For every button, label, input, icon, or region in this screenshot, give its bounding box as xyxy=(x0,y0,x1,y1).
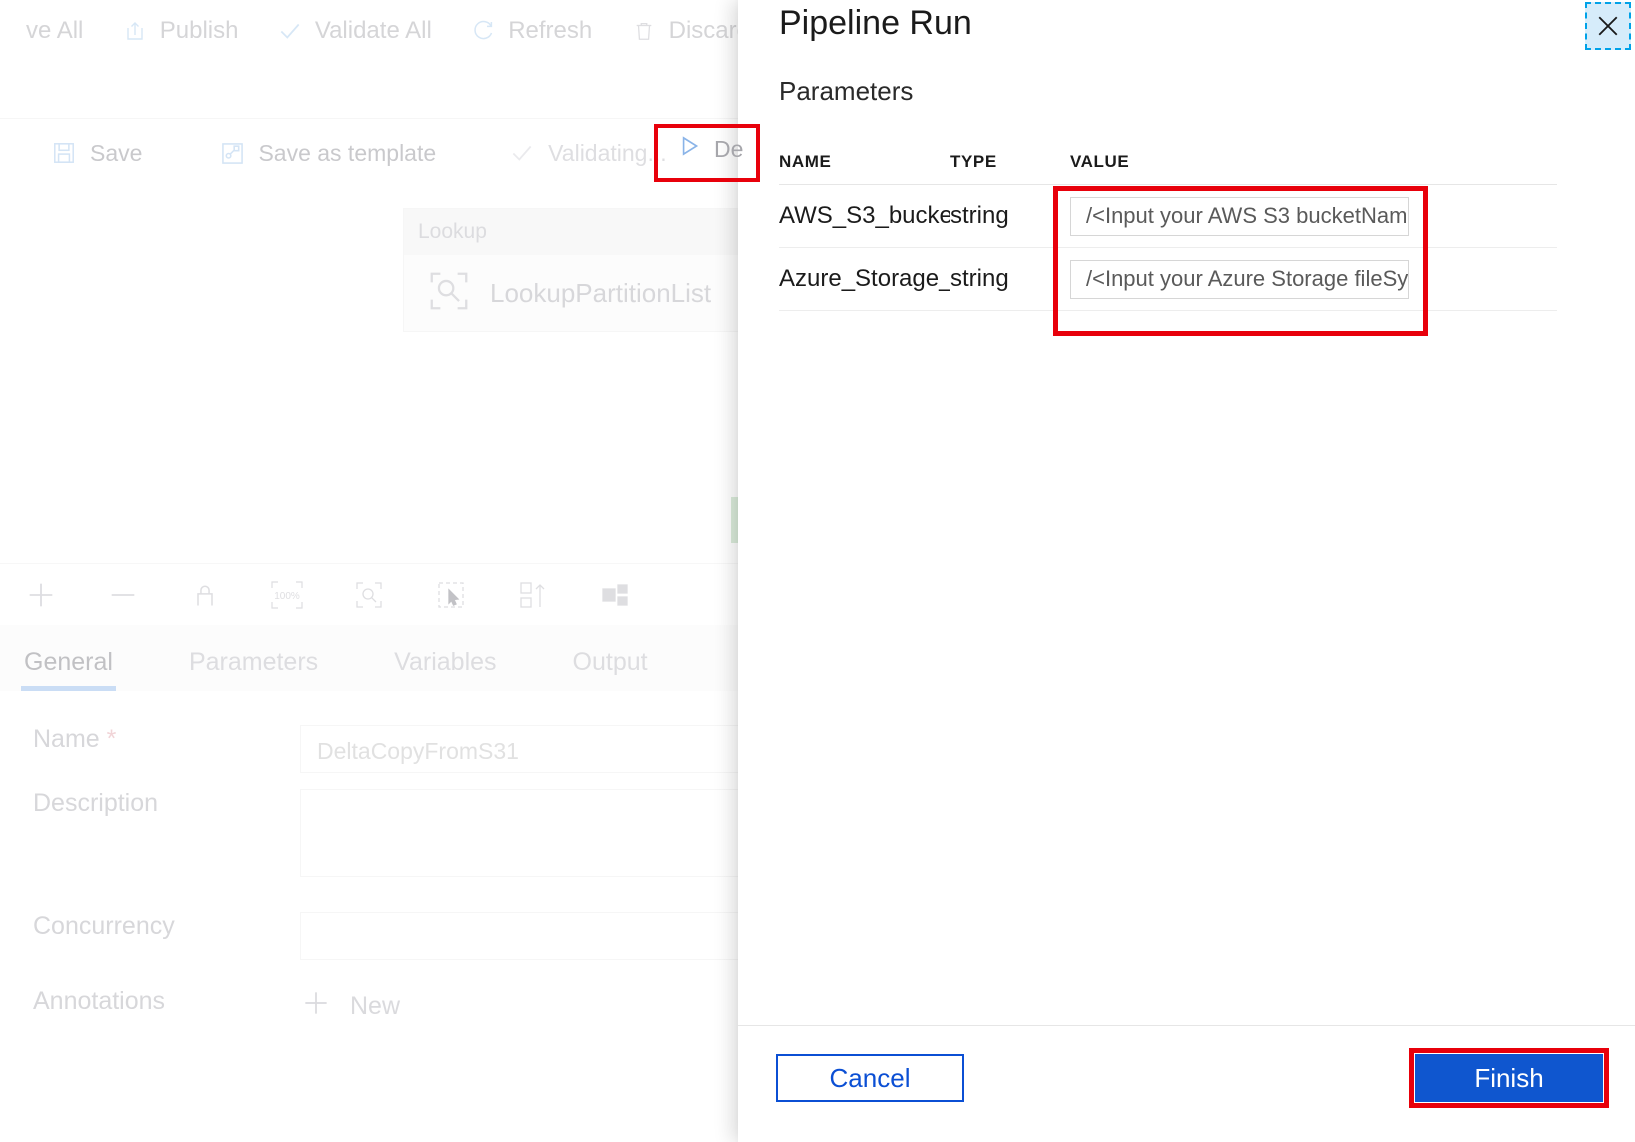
auto-layout-icon[interactable] xyxy=(574,564,656,626)
zoom-out-icon[interactable] xyxy=(82,564,164,626)
cancel-label: Cancel xyxy=(829,1062,911,1093)
tab-parameters[interactable]: Parameters xyxy=(189,648,318,691)
canvas-toolbar: 100% xyxy=(0,563,760,626)
lookup-magnifier-icon xyxy=(426,268,472,319)
param-value-input-aws-s3-bucketname[interactable]: /<Input your AWS S3 bucketNam xyxy=(1070,196,1409,236)
description-label: Description xyxy=(33,789,159,817)
save-button[interactable]: Save xyxy=(50,139,142,167)
publish-button[interactable]: Publish xyxy=(112,17,249,45)
validating-status: Validating... xyxy=(508,139,667,167)
param-type: string xyxy=(950,265,1009,292)
play-triangle-icon xyxy=(676,133,702,165)
parameters-section-title: Parameters xyxy=(779,76,914,106)
parameters-table: NAME TYPE VALUE AWS_S3_bucketN string /<… xyxy=(779,140,1557,311)
checkmark-icon xyxy=(508,139,536,167)
activity-node-lookup[interactable]: Lookup LookupPartitionList xyxy=(403,208,743,332)
description-row: Description xyxy=(0,789,760,877)
param-name: Azure_Storage_fi xyxy=(779,265,950,292)
name-input-value: DeltaCopyFromS31 xyxy=(317,738,519,764)
finish-label: Finish xyxy=(1474,1062,1544,1093)
finish-button[interactable]: Finish xyxy=(1415,1054,1603,1102)
validate-all-button[interactable]: Validate All xyxy=(267,17,442,45)
name-input[interactable]: DeltaCopyFromS31 xyxy=(300,725,760,773)
name-label-text: Name xyxy=(33,725,100,753)
template-share-icon xyxy=(218,139,246,167)
cancel-button[interactable]: Cancel xyxy=(776,1054,964,1102)
auto-align-icon[interactable] xyxy=(492,564,574,626)
tab-variables-label: Variables xyxy=(394,648,497,676)
param-name: AWS_S3_bucketN xyxy=(779,202,950,229)
param-value-cell: /<Input your AWS S3 bucketNam xyxy=(1070,196,1557,236)
data-factory-workspace: ve All Publish Validate All Refresh Disc… xyxy=(0,0,760,1142)
tab-variables[interactable]: Variables xyxy=(394,648,496,691)
annotations-row: Annotations New xyxy=(0,987,400,1026)
zoom-to-fit-icon[interactable] xyxy=(328,564,410,626)
save-as-template-label: Save as template xyxy=(258,139,437,166)
zoom-100-percent-icon[interactable]: 100% xyxy=(246,564,328,626)
name-label: Name * xyxy=(0,725,300,754)
param-value-text: /<Input your Azure Storage fileSy xyxy=(1086,266,1409,291)
save-all-button[interactable]: ve All xyxy=(0,17,93,45)
activity-node-category: Lookup xyxy=(404,209,742,255)
save-all-icon xyxy=(0,18,14,44)
save-all-label: ve All xyxy=(26,17,84,44)
add-annotation-label: New xyxy=(350,992,401,1020)
pipeline-run-blade: Pipeline Run Parameters NAME TYPE VALUE … xyxy=(738,0,1635,1142)
column-header-name: NAME xyxy=(779,152,832,171)
refresh-icon xyxy=(470,18,496,44)
selection-pointer-icon[interactable] xyxy=(410,564,492,626)
app-root: ve All Publish Validate All Refresh Disc… xyxy=(0,0,1635,1142)
debug-label-text: De xyxy=(714,135,744,162)
name-row: Name * DeltaCopyFromS31 xyxy=(0,725,760,773)
properties-tabs: General Parameters Variables Output xyxy=(0,625,760,692)
table-row: AWS_S3_bucketN string /<Input your AWS S… xyxy=(779,185,1557,248)
activity-node-body: LookupPartitionList xyxy=(404,255,742,331)
blade-footer: Cancel Finish xyxy=(738,1025,1635,1142)
table-row: Azure_Storage_fi string /<Input your Azu… xyxy=(779,248,1557,311)
param-value-cell: /<Input your Azure Storage fileSy xyxy=(1070,259,1557,299)
description-input[interactable] xyxy=(300,789,760,877)
checkmark-icon xyxy=(277,18,303,44)
pipeline-command-bar: Save Save as template Validating... xyxy=(0,118,760,188)
activity-node-name: LookupPartitionList xyxy=(490,277,712,308)
param-value-text: /<Input your AWS S3 bucketNam xyxy=(1086,203,1408,228)
zoom-in-icon[interactable] xyxy=(0,564,82,626)
param-type: string xyxy=(950,202,1009,229)
refresh-label: Refresh xyxy=(508,17,593,44)
tab-parameters-label: Parameters xyxy=(188,648,319,676)
blade-title: Pipeline Run xyxy=(779,4,972,42)
concurrency-row: Concurrency xyxy=(0,912,760,960)
tab-output-label: Output xyxy=(572,648,648,676)
concurrency-label: Concurrency xyxy=(33,912,175,940)
validate-all-label: Validate All xyxy=(314,17,432,44)
save-label: Save xyxy=(90,139,143,166)
tab-general-label: General xyxy=(24,648,113,676)
required-asterisk: * xyxy=(106,725,117,753)
pipeline-canvas[interactable]: Lookup LookupPartitionList xyxy=(0,187,760,562)
tab-general[interactable]: General xyxy=(21,648,116,691)
table-header-row: NAME TYPE VALUE xyxy=(779,140,1557,185)
lock-icon[interactable] xyxy=(164,564,246,626)
add-annotation-button[interactable]: New xyxy=(300,987,400,1026)
save-as-template-button[interactable]: Save as template xyxy=(218,139,436,167)
refresh-button[interactable]: Refresh xyxy=(460,17,602,45)
global-command-bar: ve All Publish Validate All Refresh Disc… xyxy=(0,0,760,62)
column-header-value: VALUE xyxy=(1070,152,1130,171)
trash-icon xyxy=(631,18,657,44)
general-properties-form: Name * DeltaCopyFromS31 Description Conc… xyxy=(0,691,760,1142)
svg-text:100%: 100% xyxy=(274,591,300,602)
concurrency-input[interactable] xyxy=(300,912,760,960)
debug-button[interactable]: De xyxy=(676,133,743,165)
floppy-save-icon xyxy=(50,139,78,167)
publish-label: Publish xyxy=(159,17,239,44)
validating-label: Validating... xyxy=(548,139,667,166)
publish-upload-icon xyxy=(122,18,148,44)
param-value-input-azure-storage-filesystem[interactable]: /<Input your Azure Storage fileSy xyxy=(1070,259,1409,299)
plus-icon xyxy=(300,987,332,1026)
close-x-icon[interactable] xyxy=(1585,2,1631,50)
annotations-label: Annotations xyxy=(33,987,166,1015)
tab-output[interactable]: Output xyxy=(573,648,648,691)
column-header-type: TYPE xyxy=(950,152,997,171)
